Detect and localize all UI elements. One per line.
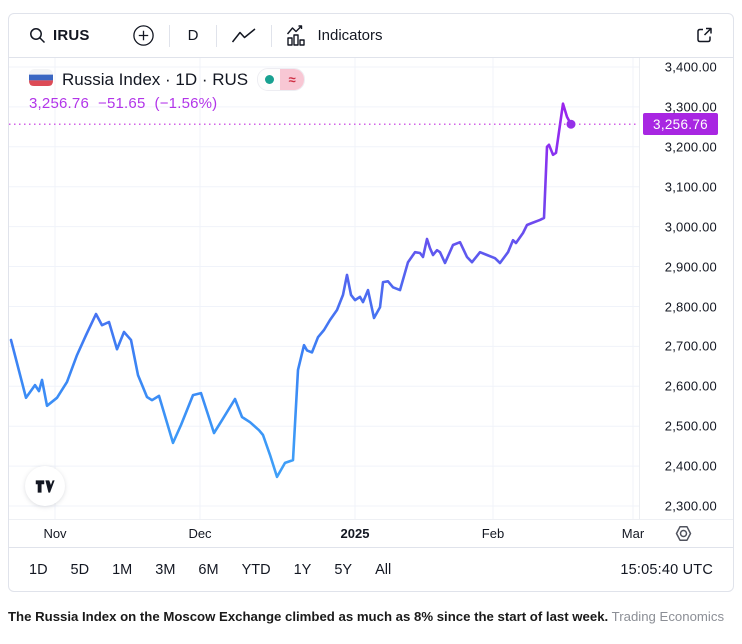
caption: The Russia Index on the Moscow Exchange … <box>8 608 734 625</box>
legend-change-pct: (−1.56%) <box>155 95 218 112</box>
range-tab-3m[interactable]: 3M <box>155 562 175 578</box>
search-icon <box>29 27 46 44</box>
symbol-search-button[interactable]: IRUS <box>29 27 90 44</box>
range-tab-6m[interactable]: 6M <box>198 562 218 578</box>
legend: Russia Index · 1D · RUS ≈ 3,256.76 −51.6… <box>29 68 305 112</box>
chart-widget: IRUS D <box>8 13 734 592</box>
price-axis-label: 2,700.00 <box>665 339 717 354</box>
range-tab-1m[interactable]: 1M <box>112 562 132 578</box>
chart-area[interactable]: Russia Index · 1D · RUS ≈ 3,256.76 −51.6… <box>9 58 733 519</box>
add-symbol-button[interactable] <box>132 24 155 47</box>
price-axis-label: 2,300.00 <box>665 499 717 514</box>
indicators-button[interactable]: Indicators <box>286 25 382 46</box>
legend-title[interactable]: Russia Index · 1D · RUS <box>62 70 248 90</box>
price-axis-label: 3,300.00 <box>665 99 717 114</box>
price-axis-label: 3,400.00 <box>665 60 717 75</box>
time-axis-label: Nov <box>43 526 66 541</box>
legend-price-row: 3,256.76 −51.65 (−1.56%) <box>29 95 305 112</box>
market-status-badge[interactable]: ≈ <box>257 68 305 91</box>
price-axis-label: 2,600.00 <box>665 379 717 394</box>
toolbar-separator <box>169 25 170 47</box>
indicators-icon <box>286 25 309 46</box>
range-tab-5y[interactable]: 5Y <box>334 562 352 578</box>
range-tab-1d[interactable]: 1D <box>29 562 48 578</box>
price-axis-label: 3,100.00 <box>665 179 717 194</box>
price-axis[interactable]: 3,256.76 3,400.00 3,300.00 3,200.00 3,100.0… <box>639 58 733 519</box>
russia-flag-icon <box>29 69 53 91</box>
price-axis-label: 3,000.00 <box>665 219 717 234</box>
chart-plot[interactable]: Russia Index · 1D · RUS ≈ 3,256.76 −51.6… <box>9 58 639 519</box>
price-axis-label: 3,200.00 <box>665 139 717 154</box>
toolbar-separator <box>271 25 272 47</box>
toolbar-separator <box>216 25 217 47</box>
price-line-chart <box>9 58 639 519</box>
delayed-data-icon: ≈ <box>280 69 304 90</box>
time-axis-label: Mar <box>622 526 644 541</box>
clock-utc: 15:05:40 UTC <box>620 562 713 578</box>
tradingview-logo[interactable] <box>25 466 65 506</box>
range-toolbar: 1D 5D 1M 3M 6M YTD 1Y 5Y All 15:05:40 UT… <box>9 547 733 592</box>
price-axis-label: 2,500.00 <box>665 419 717 434</box>
legend-last-price: 3,256.76 <box>29 95 89 112</box>
indicators-label: Indicators <box>317 27 382 44</box>
interval-button[interactable]: D <box>184 27 203 44</box>
range-tab-1y[interactable]: 1Y <box>294 562 312 578</box>
caption-text: The Russia Index on the Moscow Exchange … <box>8 609 608 624</box>
expand-button[interactable] <box>694 25 715 46</box>
range-tab-all[interactable]: All <box>375 562 391 578</box>
time-axis-label: 2025 <box>341 526 370 541</box>
settings-icon[interactable] <box>673 523 694 547</box>
caption-source-link[interactable]: Trading Economics <box>612 609 724 624</box>
top-toolbar: IRUS D <box>9 14 733 58</box>
range-tab-ytd[interactable]: YTD <box>242 562 271 578</box>
time-axis-label: Feb <box>482 526 504 541</box>
range-tab-5d[interactable]: 5D <box>71 562 90 578</box>
market-open-dot-icon <box>265 75 274 84</box>
time-axis[interactable]: Nov Dec 2025 Feb Mar <box>9 519 733 547</box>
price-axis-label: 2,400.00 <box>665 459 717 474</box>
time-axis-label: Dec <box>188 526 211 541</box>
price-axis-label: 2,800.00 <box>665 299 717 314</box>
price-axis-label: 2,900.00 <box>665 259 717 274</box>
symbol-label: IRUS <box>53 27 90 44</box>
chart-type-button[interactable] <box>231 27 257 45</box>
legend-change: −51.65 <box>98 95 146 112</box>
last-price-tag: 3,256.76 <box>643 113 718 135</box>
